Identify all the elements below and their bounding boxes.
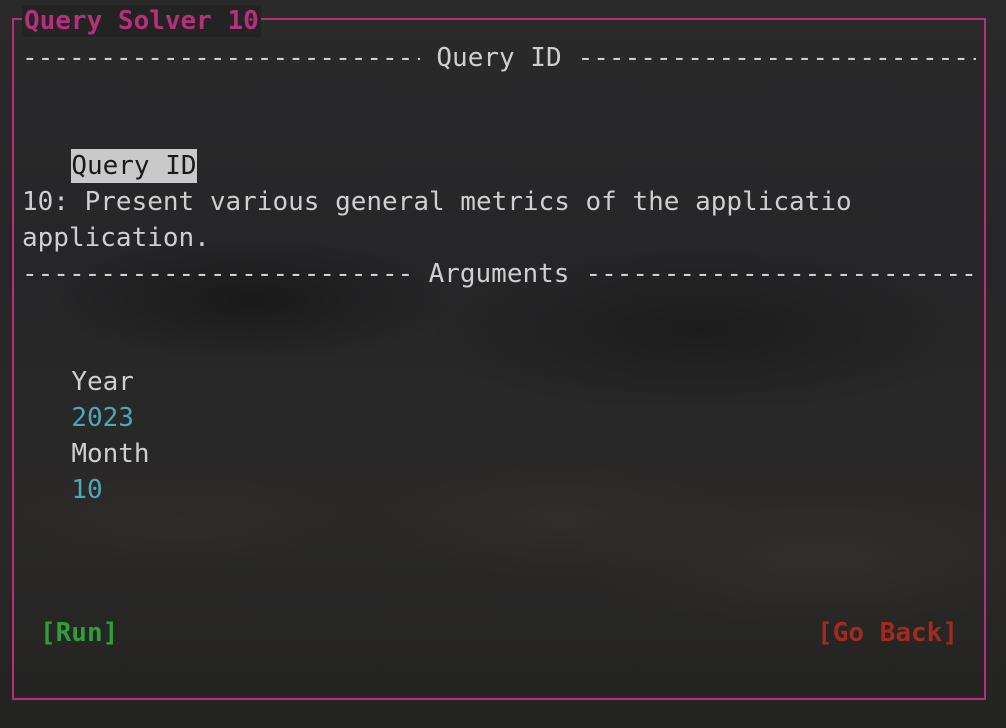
query-id-section-header: ----------------------------------------… [22,40,976,76]
query-id-field[interactable]: Query ID [40,112,197,184]
month-value[interactable]: 10 [71,475,102,505]
arguments-section-header: ----------------------------------------… [22,256,976,292]
query-description-line-1: 10: Present various general metrics of t… [22,187,852,217]
month-argument[interactable]: Month 10 [40,400,150,508]
month-label: Month [71,439,150,469]
query-description-line-2: application. [22,223,210,253]
arguments-section-title: Arguments [428,259,570,289]
query-id-field-label[interactable]: Query ID [71,149,197,183]
divider-right: ----------------------------------------… [585,259,977,289]
divider-right: ----------------------------------------… [577,43,976,73]
window-title: Query Solver 10 [22,5,261,37]
divider-left: ----------------------------------------… [22,259,413,289]
divider-left: ----------------------------------------… [22,43,420,73]
run-button[interactable]: [Run] [40,615,118,651]
go-back-button[interactable]: [Go Back] [817,615,958,651]
query-id-section-title: Query ID [436,43,562,73]
year-label: Year [71,367,134,397]
